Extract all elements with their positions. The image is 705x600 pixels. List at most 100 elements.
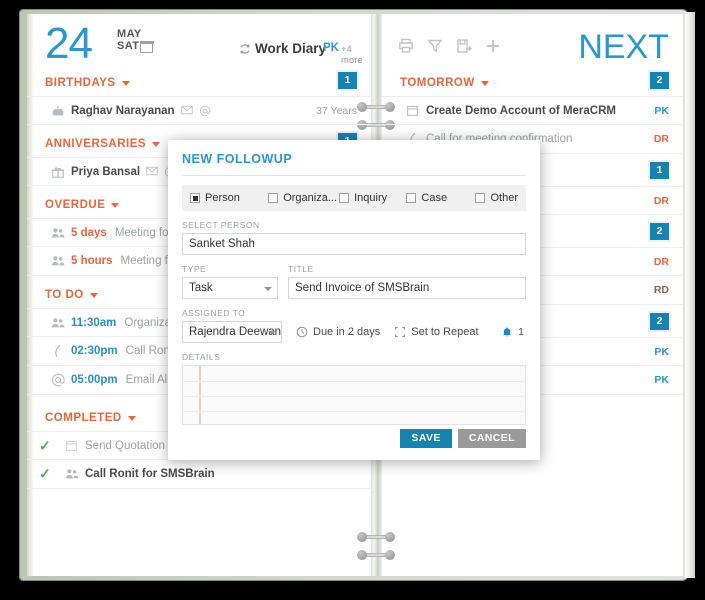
type-label: TYPE (182, 264, 278, 274)
chevron-down-icon[interactable] (268, 331, 276, 335)
checkbox-box[interactable] (406, 193, 416, 203)
section-title: TO DO (45, 289, 84, 301)
phone-icon (51, 344, 65, 358)
chevron-down-icon[interactable] (122, 81, 130, 86)
section-title: ANNIVERSARIES (45, 138, 146, 150)
chevron-down-icon[interactable] (152, 142, 160, 147)
screenshot-root: 24 MAY SAT Work Diary PK +4 more (0, 0, 705, 600)
reminder-count: 1 (518, 326, 524, 338)
weekday-label: SAT (117, 40, 142, 52)
cake-icon (51, 104, 65, 118)
mail-icon[interactable] (146, 166, 158, 178)
type-select[interactable]: Task (182, 277, 278, 299)
add-icon[interactable] (485, 38, 501, 54)
checkbox-label: Other (490, 192, 518, 204)
section-header-tomorrow[interactable]: TOMORROW 2 (382, 70, 683, 96)
list-item-owner: DR (654, 256, 669, 268)
section-badge: 1 (338, 72, 357, 89)
list-item-owner: PK (654, 346, 669, 358)
day-number: 24 (45, 22, 92, 66)
month-label: MAY (117, 28, 142, 40)
list-item-time: 05:00pm (71, 374, 118, 386)
at-icon[interactable] (199, 105, 211, 117)
people-icon (51, 316, 65, 330)
select-person-input[interactable] (182, 233, 526, 255)
refresh-icon[interactable] (239, 43, 251, 55)
chevron-down-icon[interactable] (111, 203, 119, 208)
list-item-label: Create Demo Account of MeraCRM (426, 105, 616, 117)
due-date-button[interactable]: Due in 2 days (296, 321, 380, 343)
due-date-label: Due in 2 days (313, 326, 380, 338)
details-label: DETAILS (182, 352, 526, 362)
section-badge: 1 (650, 162, 669, 179)
checkbox-person[interactable]: Person (190, 192, 268, 204)
section-header-birthdays[interactable]: BIRTHDAYS 1 (27, 70, 371, 96)
type-select-value: Task (189, 282, 213, 294)
reminder-control[interactable]: 1 (501, 321, 524, 343)
filter-icon[interactable] (427, 38, 443, 54)
checkbox-other[interactable]: Other (475, 192, 518, 204)
cancel-button[interactable]: CANCEL (458, 429, 526, 448)
save-button[interactable]: SAVE (400, 429, 451, 448)
section-title: BIRTHDAYS (45, 77, 116, 89)
checkbox-organization[interactable]: Organiza... (268, 192, 339, 204)
checkbox-box[interactable] (268, 193, 278, 203)
list-item[interactable]: ✓ Call Ronit for SMSBrain (27, 460, 371, 489)
right-header: NEXT (382, 14, 683, 70)
chevron-down-icon[interactable] (128, 416, 136, 421)
chevron-down-icon[interactable] (90, 293, 98, 298)
save-note-icon[interactable] (456, 38, 472, 54)
repeat-icon (394, 326, 406, 338)
list-item-owner: RD (654, 284, 669, 296)
divider (182, 175, 526, 176)
assigned-to-label: ASSIGNED TO (182, 308, 526, 318)
dialog-actions: SAVE CANCEL (400, 429, 526, 448)
list-item-owner: DR (654, 133, 669, 145)
calendar-icon[interactable] (140, 41, 153, 53)
bell-icon[interactable] (501, 326, 513, 338)
checkbox-label: Organiza... (283, 192, 337, 204)
work-diary-title: Work Diary (255, 41, 326, 56)
check-icon: ✓ (39, 437, 51, 454)
list-item-label: Priya Bansal (71, 166, 140, 178)
set-to-repeat-button[interactable]: Set to Repeat (394, 321, 478, 343)
assigned-to-select[interactable]: Rajendra Deewan (182, 321, 282, 343)
list-item-owner: DR (654, 195, 669, 207)
calendar-icon (406, 104, 420, 118)
work-diary-more[interactable]: +4 more (341, 44, 371, 66)
checkbox-case[interactable]: Case (406, 192, 475, 204)
page-stack-right (685, 12, 695, 578)
checkbox-box[interactable] (190, 193, 200, 203)
list-item-label: Call Ronit for SMSBrain (85, 468, 215, 480)
print-icon[interactable] (398, 38, 414, 54)
list-item-time: 5 days (71, 227, 107, 239)
calendar-icon (65, 439, 79, 453)
checkbox-label: Inquiry (354, 192, 387, 204)
details-textarea[interactable] (182, 365, 526, 425)
work-diary-owner[interactable]: PK (323, 42, 339, 54)
section-title: TOMORROW (400, 77, 475, 89)
list-item[interactable]: Create Demo Account of MeraCRM PK (382, 96, 683, 125)
next-page-label[interactable]: NEXT (578, 30, 669, 64)
checkbox-box[interactable] (339, 193, 349, 203)
section-title: OVERDUE (45, 199, 105, 211)
list-item-time: 02:30pm (71, 345, 118, 357)
mail-icon[interactable] (181, 105, 193, 117)
chevron-down-icon[interactable] (481, 81, 489, 86)
date-month-weekday: MAY SAT (117, 28, 142, 52)
list-item-label: Organizat (124, 317, 174, 329)
checkbox-box[interactable] (475, 193, 485, 203)
section-title: COMPLETED (45, 412, 122, 424)
list-item-time: 5 hours (71, 255, 113, 267)
list-item[interactable]: Raghav Narayanan 37 Years (27, 96, 371, 125)
checkbox-inquiry[interactable]: Inquiry (339, 192, 406, 204)
at-icon (51, 373, 65, 387)
list-item-label: Raghav Narayanan (71, 105, 175, 117)
checkbox-label: Person (205, 192, 240, 204)
left-header: 24 MAY SAT Work Diary PK +4 more (27, 14, 371, 70)
dialog-title: NEW FOLLOWUP (168, 140, 540, 175)
section-badge: 2 (650, 223, 669, 240)
chevron-down-icon[interactable] (264, 287, 272, 291)
people-icon (51, 226, 65, 240)
title-input[interactable] (288, 277, 526, 299)
